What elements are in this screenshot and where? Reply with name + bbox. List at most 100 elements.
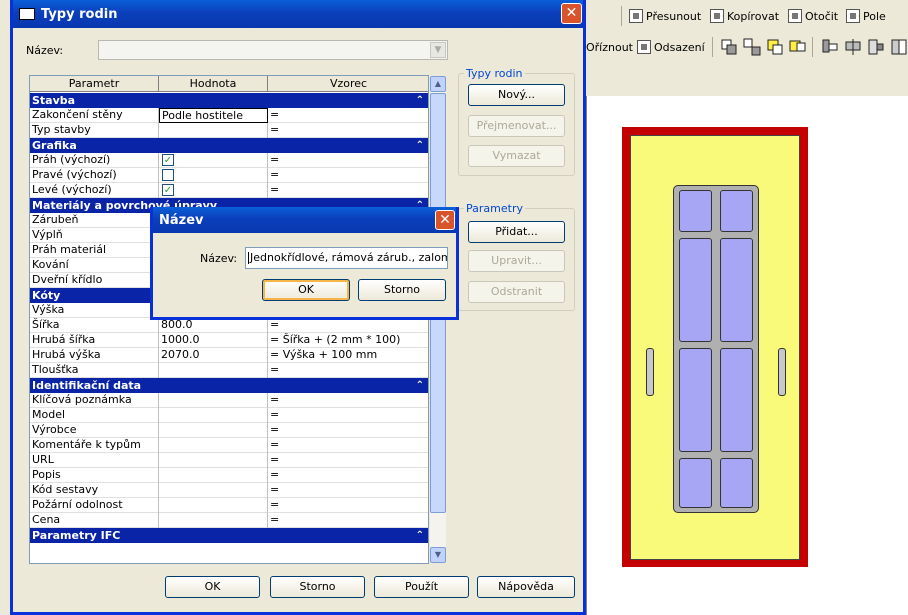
parameter-formula-cell[interactable]: = [268, 483, 428, 498]
split-icon[interactable] [844, 38, 862, 56]
edit-parameter-button[interactable]: Upravit... [468, 250, 565, 272]
dialog-close-icon[interactable]: ✕ [561, 3, 582, 24]
cut-button[interactable]: Oříznout [586, 36, 633, 58]
scroll-up-icon[interactable]: ▲ [430, 76, 446, 92]
ok-button[interactable]: OK [165, 576, 260, 598]
dialog-titlebar[interactable]: Typy rodin [13, 0, 583, 28]
table-row[interactable]: Zakončení stěny Podle hostitele = [30, 108, 428, 123]
column-header-formula[interactable]: Vzorec [268, 76, 428, 92]
apply-button[interactable]: Použít [374, 576, 469, 598]
table-row[interactable]: Kód sestavy = [30, 483, 428, 498]
parameter-value-cell[interactable] [159, 453, 268, 468]
parameter-formula-cell[interactable]: = Šířka + (2 mm * 100) [268, 333, 428, 348]
table-row[interactable]: Hrubá výška 2070.0 = Výška + 100 mm [30, 348, 428, 363]
parameter-value-cell[interactable]: 800.0 [159, 318, 268, 333]
create-group-icon[interactable] [766, 38, 784, 56]
family-type-name-combo[interactable]: ▼ [98, 40, 448, 60]
column-header-value[interactable]: Hodnota [159, 76, 268, 92]
chevron-down-icon[interactable]: ▼ [430, 42, 446, 58]
parameter-value-cell[interactable]: 1000.0 [159, 333, 268, 348]
table-row[interactable]: Požární odolnost = [30, 498, 428, 513]
table-row[interactable]: URL = [30, 453, 428, 468]
parameter-formula-cell[interactable]: = [268, 393, 428, 408]
parameter-value-cell[interactable] [159, 123, 268, 138]
collapse-chevron-icon[interactable]: ⌃ [416, 528, 424, 543]
edit-group-icon[interactable] [789, 38, 807, 56]
group-icon[interactable] [720, 38, 738, 56]
parameter-value-cell[interactable] [159, 483, 268, 498]
rotate-button[interactable]: Otočit [788, 5, 838, 27]
table-row[interactable]: Typ stavby = [30, 123, 428, 138]
parameter-formula-cell[interactable]: = [268, 423, 428, 438]
table-row[interactable]: Práh (výchozí) ✓ = [30, 153, 428, 168]
new-type-button[interactable]: Nový... [468, 84, 565, 106]
table-row[interactable]: Klíčová poznámka = [30, 393, 428, 408]
parameter-formula-cell[interactable]: = [268, 438, 428, 453]
parameter-value-cell[interactable] [159, 438, 268, 453]
table-row[interactable]: Levé (výchozí) ✓ = [30, 183, 428, 198]
parameter-value-cell[interactable]: Podle hostitele [159, 108, 268, 123]
name-dialog-ok-button[interactable]: OK [262, 279, 350, 301]
parameter-formula-cell[interactable]: = [268, 498, 428, 513]
trim-icon[interactable] [867, 38, 885, 56]
parameter-formula-cell[interactable]: = [268, 123, 428, 138]
help-button[interactable]: Nápověda [477, 576, 575, 598]
name-dialog-titlebar[interactable]: Název [153, 207, 456, 233]
section-header[interactable]: Parametry IFC ⌃ [30, 528, 428, 543]
table-row[interactable]: Cena = [30, 513, 428, 528]
parameter-formula-cell[interactable]: = Výška + 100 mm [268, 348, 428, 363]
offset-button[interactable]: Odsazení [637, 36, 705, 58]
mirror-icon[interactable] [890, 38, 908, 56]
parameter-value-cell[interactable] [159, 498, 268, 513]
array-button[interactable]: Pole [846, 5, 886, 27]
parameter-formula-cell[interactable]: = [268, 468, 428, 483]
parameter-value-cell[interactable] [159, 513, 268, 528]
table-row[interactable]: Popis = [30, 468, 428, 483]
table-row[interactable]: Tloušťka = [30, 363, 428, 378]
parameter-formula-cell[interactable]: = [268, 183, 428, 198]
table-row[interactable]: Model = [30, 408, 428, 423]
delete-type-button[interactable]: Vymazat [468, 145, 565, 167]
table-row[interactable]: Šířka 800.0 = [30, 318, 428, 333]
parameter-value-cell[interactable] [159, 168, 268, 183]
cancel-button[interactable]: Storno [270, 576, 365, 598]
column-header-parameter[interactable]: Parametr [30, 76, 159, 92]
parameter-value-cell[interactable] [159, 393, 268, 408]
table-row[interactable]: Komentáře k typům = [30, 438, 428, 453]
ungroup-icon[interactable] [743, 38, 761, 56]
parameter-value-cell[interactable] [159, 363, 268, 378]
name-dialog-cancel-button[interactable]: Storno [358, 279, 446, 301]
add-parameter-button[interactable]: Přidat... [468, 221, 565, 243]
table-row[interactable]: Výrobce = [30, 423, 428, 438]
parameter-value-cell[interactable]: 2070.0 [159, 348, 268, 363]
parameter-formula-cell[interactable]: = [268, 453, 428, 468]
checkbox[interactable]: ✓ [162, 154, 174, 166]
name-dialog-close-icon[interactable]: ✕ [435, 210, 455, 230]
section-header[interactable]: Identifikační data ⌃ [30, 378, 428, 393]
scroll-down-icon[interactable]: ▼ [430, 547, 446, 563]
checkbox[interactable]: ✓ [162, 184, 174, 196]
section-header[interactable]: Stavba ⌃ [30, 93, 428, 108]
collapse-chevron-icon[interactable]: ⌃ [416, 93, 424, 108]
parameter-formula-cell[interactable]: = [268, 363, 428, 378]
table-row[interactable]: Hrubá šířka 1000.0 = Šířka + (2 mm * 100) [30, 333, 428, 348]
section-header[interactable]: Grafika ⌃ [30, 138, 428, 153]
parameter-formula-cell[interactable]: = [268, 153, 428, 168]
table-row[interactable]: Pravé (výchozí) = [30, 168, 428, 183]
parameter-formula-cell[interactable]: = [268, 513, 428, 528]
move-button[interactable]: Přesunout [629, 5, 701, 27]
parameter-formula-cell[interactable]: = [268, 108, 428, 123]
parameter-formula-cell[interactable]: = [268, 318, 428, 333]
collapse-chevron-icon[interactable]: ⌃ [416, 378, 424, 393]
parameter-formula-cell[interactable]: = [268, 408, 428, 423]
copy-button[interactable]: Kopírovat [710, 5, 779, 27]
parameter-value-cell[interactable] [159, 468, 268, 483]
parameter-formula-cell[interactable]: = [268, 168, 428, 183]
remove-parameter-button[interactable]: Odstranit [468, 281, 565, 303]
collapse-chevron-icon[interactable]: ⌃ [416, 138, 424, 153]
type-name-input[interactable]: Jednokřídlové, rámová zárub., zalomené [245, 247, 448, 269]
checkbox[interactable] [162, 169, 174, 181]
parameter-value-cell[interactable]: ✓ [159, 183, 268, 198]
rename-type-button[interactable]: Přejmenovat... [468, 115, 565, 137]
parameter-value-cell[interactable]: ✓ [159, 153, 268, 168]
